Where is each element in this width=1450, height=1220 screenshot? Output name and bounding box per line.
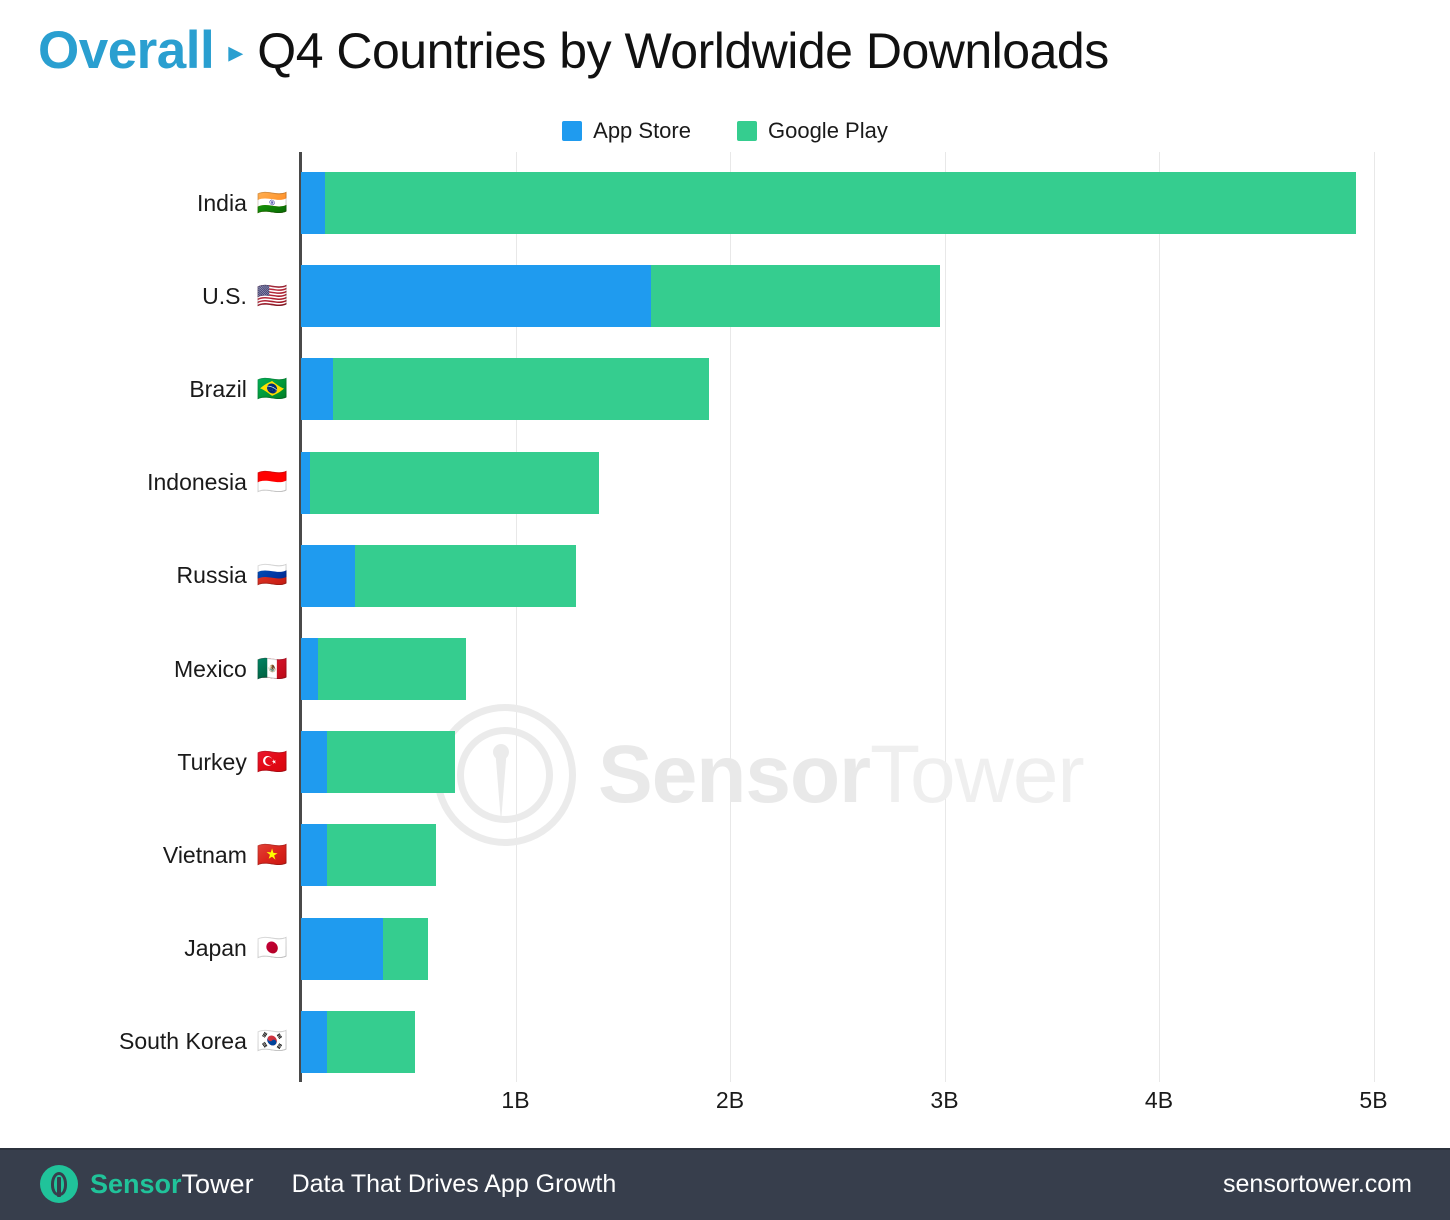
bar-segment-google-play[interactable] bbox=[309, 451, 600, 514]
footer-divider bbox=[0, 1148, 1450, 1150]
country-flag-icon: 🇹🇷 bbox=[256, 747, 288, 776]
category-label: Turkey 🇹🇷 bbox=[177, 749, 288, 776]
chart-row: Russia 🇷🇺 bbox=[0, 544, 1450, 607]
x-axis-tick-label: 1B bbox=[501, 1087, 530, 1113]
category-label: India 🇮🇳 bbox=[197, 190, 288, 217]
chart-row: Vietnam 🇻🇳 bbox=[0, 824, 1450, 887]
category-name: Brazil bbox=[189, 375, 247, 402]
country-flag-icon: 🇺🇸 bbox=[256, 281, 288, 310]
category-label: Brazil 🇧🇷 bbox=[189, 376, 288, 403]
chart-row: Turkey 🇹🇷 bbox=[0, 731, 1450, 794]
country-flag-icon: 🇧🇷 bbox=[256, 374, 288, 403]
chart-row: South Korea 🇰🇷 bbox=[0, 1010, 1450, 1073]
category-name: Japan bbox=[184, 935, 247, 962]
bar-segment-app-store[interactable] bbox=[301, 1010, 327, 1073]
category-name: Mexico bbox=[174, 655, 247, 682]
sensortower-logo-icon bbox=[40, 1165, 78, 1203]
category-name: India bbox=[196, 189, 247, 216]
bar-segment-google-play[interactable] bbox=[333, 358, 709, 421]
legend-label-app-store: App Store bbox=[593, 118, 691, 143]
category-label: Japan 🇯🇵 bbox=[184, 935, 288, 962]
stacked-bar[interactable] bbox=[301, 265, 941, 328]
bar-segment-google-play[interactable] bbox=[326, 824, 437, 887]
stacked-bar[interactable] bbox=[301, 172, 1357, 234]
chart-row: Japan 🇯🇵 bbox=[0, 917, 1450, 980]
footer-branding: SensorTower Data That Drives App Growth bbox=[40, 1165, 616, 1203]
bar-segment-app-store[interactable] bbox=[301, 265, 651, 328]
category-name: South Korea bbox=[118, 1028, 247, 1055]
x-axis-tick-label: 4B bbox=[1144, 1087, 1174, 1113]
bar-chart: SensorTower India 🇮🇳 U.S. 🇺🇸 Brazil 🇧🇷 Indones… bbox=[0, 152, 1450, 1087]
country-flag-icon: 🇮🇩 bbox=[256, 468, 288, 497]
chart-row: Mexico 🇲🇽 bbox=[0, 638, 1450, 700]
chart-row: U.S. 🇺🇸 bbox=[0, 265, 1450, 328]
footer-website[interactable]: sensortower.com bbox=[1223, 1170, 1412, 1199]
bar-segment-app-store[interactable] bbox=[301, 544, 355, 607]
bar-segment-google-play[interactable] bbox=[650, 265, 941, 328]
legend-label-google-play: Google Play bbox=[767, 118, 888, 143]
category-name: U.S. bbox=[202, 282, 247, 309]
chart-rows: India 🇮🇳 U.S. 🇺🇸 Brazil 🇧🇷 Indonesia 🇮🇩 Russia 🇷🇺… bbox=[0, 152, 1450, 1082]
x-axis: 1B 2B 3B 4B 5B bbox=[0, 1087, 1450, 1137]
stacked-bar[interactable] bbox=[301, 544, 576, 607]
legend-item-app-store[interactable]: App Store bbox=[562, 118, 691, 144]
bar-segment-google-play[interactable] bbox=[326, 731, 456, 794]
country-flag-icon: 🇲🇽 bbox=[256, 654, 288, 683]
x-axis-tick-label: 5B bbox=[1359, 1087, 1388, 1113]
chart-row: Brazil 🇧🇷 bbox=[0, 358, 1450, 421]
bar-segment-app-store[interactable] bbox=[301, 172, 325, 234]
bar-segment-app-store[interactable] bbox=[301, 451, 310, 514]
stacked-bar[interactable] bbox=[301, 451, 600, 514]
bar-segment-app-store[interactable] bbox=[301, 917, 383, 980]
x-axis-tick-label: 3B bbox=[930, 1087, 959, 1113]
category-name: Indonesia bbox=[147, 469, 247, 496]
footer-brand-sensor: Sensor bbox=[90, 1168, 182, 1199]
category-label: Russia 🇷🇺 bbox=[177, 562, 288, 589]
bar-segment-app-store[interactable] bbox=[301, 638, 319, 700]
bar-segment-app-store[interactable] bbox=[301, 731, 327, 794]
category-name: Vietnam bbox=[162, 841, 247, 868]
legend-item-google-play[interactable]: Google Play bbox=[736, 118, 888, 144]
category-label: U.S. 🇺🇸 bbox=[202, 283, 288, 310]
x-axis-tick-label: 2B bbox=[715, 1087, 745, 1113]
bar-segment-google-play[interactable] bbox=[318, 638, 467, 700]
stacked-bar[interactable] bbox=[301, 638, 467, 700]
bar-segment-google-play[interactable] bbox=[382, 917, 428, 980]
stacked-bar[interactable] bbox=[301, 731, 456, 794]
bar-segment-app-store[interactable] bbox=[301, 358, 334, 421]
footer-bar: SensorTower Data That Drives App Growth … bbox=[0, 1148, 1450, 1220]
stacked-bar[interactable] bbox=[301, 824, 437, 887]
stacked-bar[interactable] bbox=[301, 358, 709, 421]
bar-segment-google-play[interactable] bbox=[324, 172, 1357, 234]
footer-brand-tower: Tower bbox=[181, 1168, 254, 1199]
bar-segment-app-store[interactable] bbox=[301, 824, 327, 887]
chevron-right-icon: ▸ bbox=[228, 35, 244, 69]
page-title: Overall ▸ Q4 Countries by Worldwide Down… bbox=[38, 20, 1109, 81]
category-label: South Korea 🇰🇷 bbox=[119, 1028, 288, 1055]
bar-segment-google-play[interactable] bbox=[326, 1010, 415, 1073]
country-flag-icon: 🇻🇳 bbox=[256, 840, 288, 869]
title-category: Overall bbox=[38, 21, 215, 80]
country-flag-icon: 🇰🇷 bbox=[256, 1027, 288, 1056]
bar-segment-google-play[interactable] bbox=[354, 544, 576, 607]
country-flag-icon: 🇮🇳 bbox=[256, 188, 288, 217]
chart-legend: App Store Google Play bbox=[0, 118, 1450, 144]
stacked-bar[interactable] bbox=[301, 917, 428, 980]
category-label: Mexico 🇲🇽 bbox=[174, 656, 288, 683]
footer-tagline: Data That Drives App Growth bbox=[291, 1169, 617, 1198]
country-flag-icon: 🇯🇵 bbox=[256, 934, 288, 963]
category-label: Indonesia 🇮🇩 bbox=[147, 469, 288, 496]
category-name: Russia bbox=[176, 562, 247, 589]
title-text: Q4 Countries by Worldwide Downloads bbox=[257, 22, 1109, 79]
stacked-bar[interactable] bbox=[301, 1010, 415, 1073]
chart-row: India 🇮🇳 bbox=[0, 172, 1450, 234]
country-flag-icon: 🇷🇺 bbox=[256, 561, 288, 590]
legend-swatch-icon bbox=[736, 121, 757, 141]
legend-swatch-icon bbox=[562, 121, 583, 141]
category-name: Turkey bbox=[177, 748, 247, 775]
chart-row: Indonesia 🇮🇩 bbox=[0, 451, 1450, 514]
category-label: Vietnam 🇻🇳 bbox=[163, 842, 288, 869]
